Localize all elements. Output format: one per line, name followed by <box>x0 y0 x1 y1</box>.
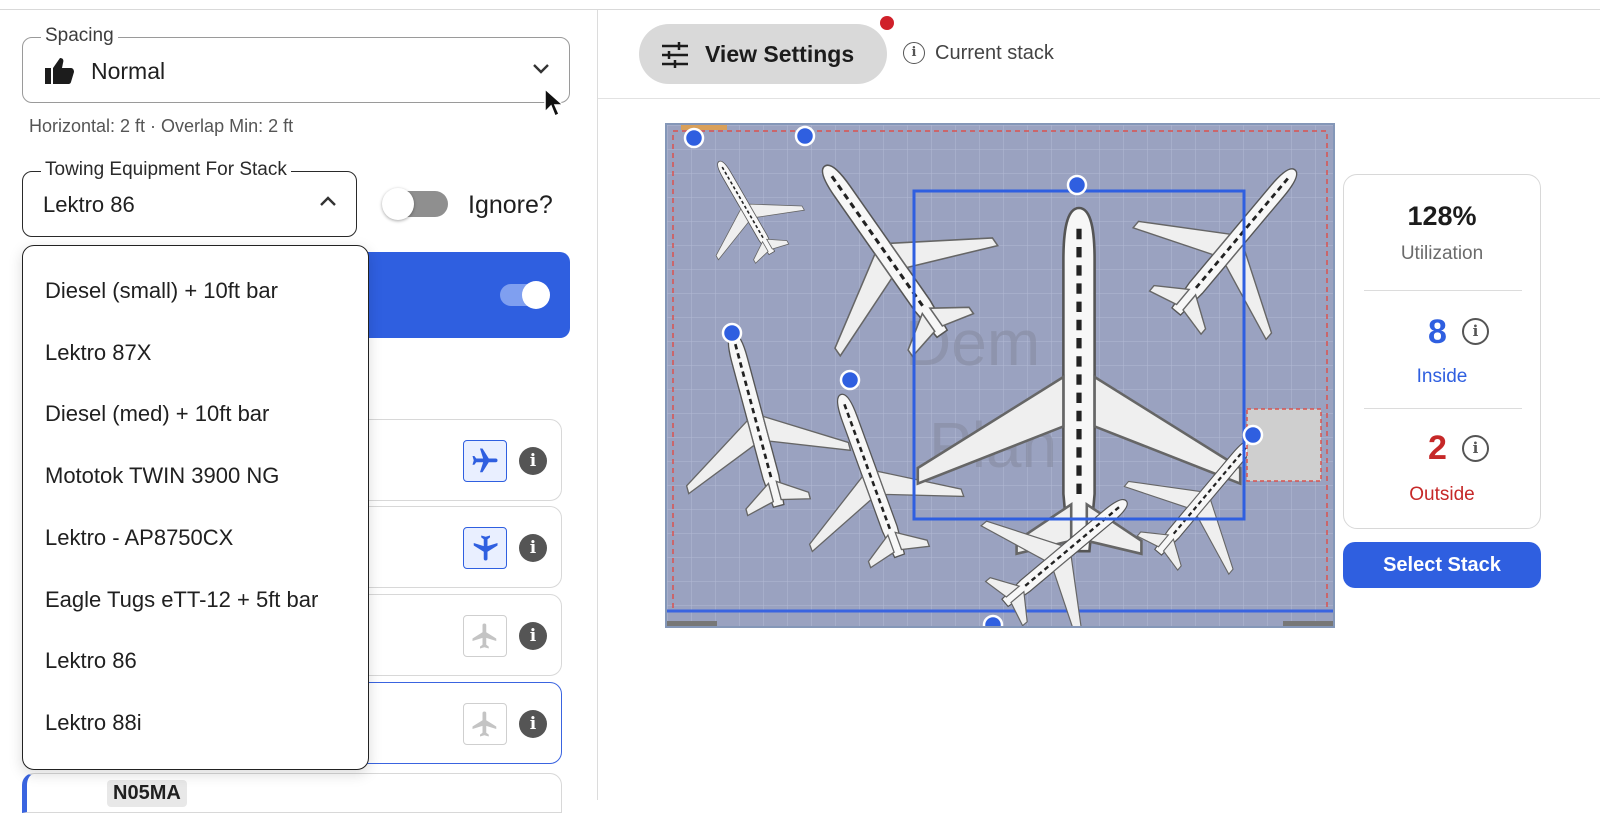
place-aircraft-button[interactable] <box>463 615 507 657</box>
airplane-icon <box>472 623 497 649</box>
toolbar-divider <box>598 98 1600 99</box>
spacing-legend: Spacing <box>41 25 118 47</box>
outside-label: Outside <box>1409 484 1475 505</box>
banner-toggle[interactable] <box>500 281 550 309</box>
outside-marker <box>1246 408 1322 482</box>
notification-dot <box>880 16 894 30</box>
spacing-hint: Horizontal: 2 ft · Overlap Min: 2 ft <box>29 116 294 136</box>
spacing-value: Normal <box>91 58 166 84</box>
towing-option[interactable]: Lektro 87X <box>45 340 151 366</box>
towing-option[interactable]: Eagle Tugs eTT-12 + 5ft bar <box>45 587 318 613</box>
info-outline-icon[interactable]: i <box>1462 318 1489 345</box>
utilization-value: 128% <box>1407 201 1477 231</box>
view-settings-label: View Settings <box>705 41 855 67</box>
aircraft-card[interactable]: N05MA <box>22 773 562 813</box>
towing-option[interactable]: Diesel (small) + 10ft bar <box>45 278 278 304</box>
utilization-label: Utilization <box>1400 243 1484 264</box>
info-icon[interactable]: i <box>519 622 547 650</box>
hangar-canvas[interactable]: Dem Plan <box>650 109 1363 662</box>
towing-option[interactable]: Lektro 86 <box>45 648 137 674</box>
hangar-floor: Dem Plan <box>650 109 1363 662</box>
place-aircraft-button[interactable] <box>463 440 507 482</box>
thumbs-up-icon <box>43 56 77 91</box>
place-aircraft-button[interactable] <box>463 703 507 745</box>
stack-stats-card: 128% Utilization 8 i Inside 2 i Outside <box>1343 174 1541 529</box>
chevron-down-icon <box>531 62 551 81</box>
select-stack-button[interactable]: Select Stack <box>1343 542 1541 588</box>
info-icon[interactable]: i <box>519 534 547 562</box>
towing-value: Lektro 86 <box>43 192 135 217</box>
airplane-icon <box>472 448 498 473</box>
divider <box>1364 290 1522 291</box>
place-aircraft-button[interactable] <box>463 527 507 569</box>
outside-count: 2 <box>1428 429 1447 467</box>
towing-legend: Towing Equipment For Stack <box>41 159 291 181</box>
tail-number: N05MA <box>107 780 187 807</box>
towing-option[interactable]: Lektro 88i <box>45 710 142 736</box>
current-stack-label: Current stack <box>935 42 1054 64</box>
towing-dropdown-menu: Diesel (small) + 10ft bar Lektro 87X Die… <box>22 245 369 770</box>
towing-option[interactable]: Diesel (med) + 10ft bar <box>45 401 269 427</box>
inside-count: 8 <box>1428 313 1447 351</box>
info-icon[interactable]: i <box>519 447 547 475</box>
towing-option[interactable]: Mototok TWIN 3900 NG <box>45 463 279 489</box>
toggle-knob <box>382 188 414 220</box>
towing-select[interactable]: Towing Equipment For Stack Lektro 86 <box>22 159 357 237</box>
info-outline-icon: i <box>903 42 925 64</box>
view-settings-button[interactable]: View Settings <box>639 24 887 84</box>
sliders-icon <box>661 42 689 73</box>
spacing-select[interactable]: Spacing Normal <box>22 25 570 103</box>
towing-option[interactable]: Lektro - AP8750CX <box>45 525 233 551</box>
airplane-icon <box>472 711 497 737</box>
inside-label: Inside <box>1416 366 1468 387</box>
mouse-cursor-icon <box>544 87 565 123</box>
airplane-icon <box>473 535 498 561</box>
ignore-toggle[interactable] <box>382 188 448 220</box>
ignore-label: Ignore? <box>468 191 553 219</box>
chevron-up-icon <box>318 194 338 213</box>
divider <box>1364 408 1522 409</box>
info-outline-icon[interactable]: i <box>1462 435 1489 462</box>
toggle-knob <box>522 281 550 309</box>
info-icon[interactable]: i <box>519 710 547 738</box>
